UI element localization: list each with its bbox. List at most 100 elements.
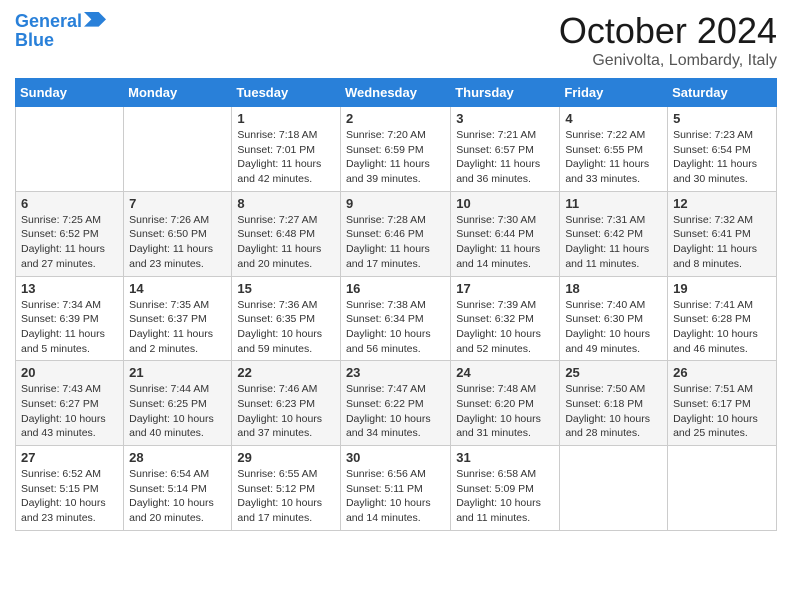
day-info: Sunrise: 7:28 AM Sunset: 6:46 PM Dayligh… [346,213,445,272]
calendar-cell [668,446,777,531]
calendar-cell: 15 Sunrise: 7:36 AM Sunset: 6:35 PM Dayli… [232,276,341,361]
calendar-cell: 9 Sunrise: 7:28 AM Sunset: 6:46 PM Daylig… [340,191,450,276]
day-number: 20 [21,365,118,380]
day-number: 12 [673,196,771,211]
day-info: Sunrise: 7:36 AM Sunset: 6:35 PM Dayligh… [237,298,335,357]
calendar-cell: 23 Sunrise: 7:47 AM Sunset: 6:22 PM Dayli… [340,361,450,446]
day-info: Sunrise: 7:41 AM Sunset: 6:28 PM Dayligh… [673,298,771,357]
title-block: October 2024 Genivolta, Lombardy, Italy [559,10,777,70]
day-number: 23 [346,365,445,380]
day-number: 22 [237,365,335,380]
calendar-table: Sunday Monday Tuesday Wednesday Thursday… [15,78,777,531]
day-number: 11 [565,196,662,211]
calendar-cell: 14 Sunrise: 7:35 AM Sunset: 6:37 PM Dayli… [124,276,232,361]
day-number: 25 [565,365,662,380]
day-number: 3 [456,111,554,126]
day-info: Sunrise: 7:26 AM Sunset: 6:50 PM Dayligh… [129,213,226,272]
calendar-cell: 1 Sunrise: 7:18 AM Sunset: 7:01 PM Daylig… [232,107,341,192]
calendar-row: 27 Sunrise: 6:52 AM Sunset: 5:15 PM Dayli… [16,446,777,531]
calendar-row: 20 Sunrise: 7:43 AM Sunset: 6:27 PM Dayli… [16,361,777,446]
calendar-cell: 5Sunrise: 7:23 AM Sunset: 6:54 PM Daylig… [668,107,777,192]
calendar-cell: 16 Sunrise: 7:38 AM Sunset: 6:34 PM Dayli… [340,276,450,361]
calendar-cell: 6 Sunrise: 7:25 AM Sunset: 6:52 PM Daylig… [16,191,124,276]
day-info: Sunrise: 7:40 AM Sunset: 6:30 PM Dayligh… [565,298,662,357]
day-info: Sunrise: 6:52 AM Sunset: 5:15 PM Dayligh… [21,467,118,526]
day-number: 30 [346,450,445,465]
calendar-cell: 29 Sunrise: 6:55 AM Sunset: 5:12 PM Dayli… [232,446,341,531]
day-number: 8 [237,196,335,211]
day-number: 14 [129,281,226,296]
day-number: 29 [237,450,335,465]
day-number: 2 [346,111,445,126]
day-info: Sunrise: 7:47 AM Sunset: 6:22 PM Dayligh… [346,382,445,441]
day-info: Sunrise: 6:58 AM Sunset: 5:09 PM Dayligh… [456,467,554,526]
day-info: Sunrise: 7:39 AM Sunset: 6:32 PM Dayligh… [456,298,554,357]
day-number: 6 [21,196,118,211]
day-number: 31 [456,450,554,465]
logo-text: General [15,12,82,32]
calendar-cell: 17Sunrise: 7:39 AM Sunset: 6:32 PM Dayli… [451,276,560,361]
day-info: Sunrise: 7:23 AM Sunset: 6:54 PM Dayligh… [673,128,771,187]
day-info: Sunrise: 7:50 AM Sunset: 6:18 PM Dayligh… [565,382,662,441]
col-saturday: Saturday [668,79,777,107]
day-info: Sunrise: 7:32 AM Sunset: 6:41 PM Dayligh… [673,213,771,272]
calendar-cell: 31 Sunrise: 6:58 AM Sunset: 5:09 PM Dayli… [451,446,560,531]
header-row: Sunday Monday Tuesday Wednesday Thursday… [16,79,777,107]
day-info: Sunrise: 6:54 AM Sunset: 5:14 PM Dayligh… [129,467,226,526]
day-info: Sunrise: 7:34 AM Sunset: 6:39 PM Dayligh… [21,298,118,357]
calendar-cell: 21 Sunrise: 7:44 AM Sunset: 6:25 PM Dayli… [124,361,232,446]
day-number: 9 [346,196,445,211]
page-header: General Blue October 2024 Genivolta, Lom… [15,10,777,70]
day-number: 1 [237,111,335,126]
col-wednesday: Wednesday [340,79,450,107]
calendar-cell: 3 Sunrise: 7:21 AM Sunset: 6:57 PM Daylig… [451,107,560,192]
day-number: 10 [456,196,554,211]
calendar-row: 1 Sunrise: 7:18 AM Sunset: 7:01 PM Daylig… [16,107,777,192]
month-title: October 2024 [559,10,777,52]
calendar-cell: 25 Sunrise: 7:50 AM Sunset: 6:18 PM Dayli… [560,361,668,446]
day-info: Sunrise: 7:35 AM Sunset: 6:37 PM Dayligh… [129,298,226,357]
day-info: Sunrise: 7:25 AM Sunset: 6:52 PM Dayligh… [21,213,118,272]
calendar-cell: 7Sunrise: 7:26 AM Sunset: 6:50 PM Daylig… [124,191,232,276]
day-info: Sunrise: 7:30 AM Sunset: 6:44 PM Dayligh… [456,213,554,272]
day-number: 4 [565,111,662,126]
logo-icon [84,12,106,34]
calendar-row: 6 Sunrise: 7:25 AM Sunset: 6:52 PM Daylig… [16,191,777,276]
calendar-cell: 22Sunrise: 7:46 AM Sunset: 6:23 PM Dayli… [232,361,341,446]
day-info: Sunrise: 7:43 AM Sunset: 6:27 PM Dayligh… [21,382,118,441]
day-number: 13 [21,281,118,296]
day-number: 16 [346,281,445,296]
day-info: Sunrise: 7:22 AM Sunset: 6:55 PM Dayligh… [565,128,662,187]
calendar-cell [16,107,124,192]
day-info: Sunrise: 7:31 AM Sunset: 6:42 PM Dayligh… [565,213,662,272]
day-info: Sunrise: 7:27 AM Sunset: 6:48 PM Dayligh… [237,213,335,272]
calendar-cell: 30Sunrise: 6:56 AM Sunset: 5:11 PM Dayli… [340,446,450,531]
col-tuesday: Tuesday [232,79,341,107]
calendar-cell [560,446,668,531]
calendar-cell: 8 Sunrise: 7:27 AM Sunset: 6:48 PM Daylig… [232,191,341,276]
calendar-cell: 28Sunrise: 6:54 AM Sunset: 5:14 PM Dayli… [124,446,232,531]
day-info: Sunrise: 7:20 AM Sunset: 6:59 PM Dayligh… [346,128,445,187]
col-sunday: Sunday [16,79,124,107]
col-thursday: Thursday [451,79,560,107]
logo: General Blue [15,10,106,51]
day-info: Sunrise: 7:18 AM Sunset: 7:01 PM Dayligh… [237,128,335,187]
location-title: Genivolta, Lombardy, Italy [559,52,777,70]
calendar-cell: 27 Sunrise: 6:52 AM Sunset: 5:15 PM Dayli… [16,446,124,531]
calendar-row: 13 Sunrise: 7:34 AM Sunset: 6:39 PM Dayli… [16,276,777,361]
day-info: Sunrise: 7:44 AM Sunset: 6:25 PM Dayligh… [129,382,226,441]
calendar-cell: 18 Sunrise: 7:40 AM Sunset: 6:30 PM Dayli… [560,276,668,361]
day-info: Sunrise: 7:38 AM Sunset: 6:34 PM Dayligh… [346,298,445,357]
day-number: 19 [673,281,771,296]
day-info: Sunrise: 6:55 AM Sunset: 5:12 PM Dayligh… [237,467,335,526]
calendar-cell: 11 Sunrise: 7:31 AM Sunset: 6:42 PM Dayli… [560,191,668,276]
day-number: 27 [21,450,118,465]
day-number: 15 [237,281,335,296]
day-info: Sunrise: 7:48 AM Sunset: 6:20 PM Dayligh… [456,382,554,441]
day-info: Sunrise: 7:21 AM Sunset: 6:57 PM Dayligh… [456,128,554,187]
calendar-cell: 4 Sunrise: 7:22 AM Sunset: 6:55 PM Daylig… [560,107,668,192]
calendar-cell: 26Sunrise: 7:51 AM Sunset: 6:17 PM Dayli… [668,361,777,446]
calendar-cell: 10 Sunrise: 7:30 AM Sunset: 6:44 PM Dayli… [451,191,560,276]
day-number: 21 [129,365,226,380]
day-number: 18 [565,281,662,296]
